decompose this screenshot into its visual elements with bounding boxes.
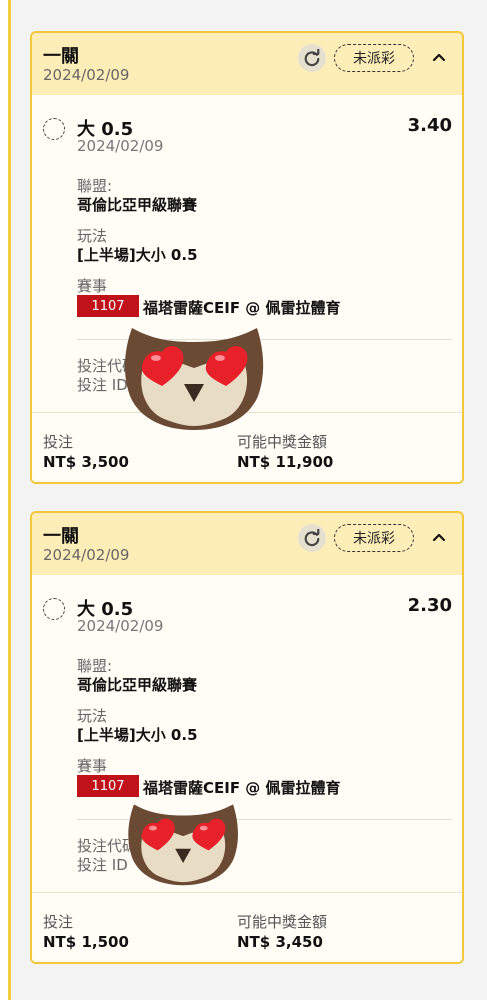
bet-card-header[interactable]: 一關 2024/02/09 未派彩 [32, 513, 462, 575]
match-id-badge: 1107 [77, 775, 139, 797]
event-label: 賽事 [77, 757, 108, 775]
selection-date: 2024/02/09 [77, 617, 164, 635]
selection-date: 2024/02/09 [77, 137, 164, 155]
status-badge: 未派彩 [334, 44, 414, 72]
selection-radio[interactable] [43, 118, 65, 140]
refresh-icon [304, 529, 320, 547]
match-name: 福塔雷薩CEIF @ 佩雷拉體育 [143, 299, 341, 317]
match-id-badge: 1107 [77, 295, 139, 317]
stake-value: NT$ 1,500 [43, 933, 129, 951]
match-name: 福塔雷薩CEIF @ 佩雷拉體育 [143, 779, 341, 797]
market-label: 玩法 [77, 227, 108, 245]
payout-label: 可能中獎金額 [237, 433, 328, 451]
refresh-button[interactable] [298, 44, 326, 72]
payout-value: NT$ 3,450 [237, 933, 323, 951]
league-label: 聯盟: [77, 657, 113, 675]
chevron-up-icon [432, 53, 446, 62]
payout-value: NT$ 11,900 [237, 453, 334, 471]
event-label: 賽事 [77, 277, 108, 295]
bet-id-label: 投注 ID [77, 376, 128, 394]
status-badge: 未派彩 [334, 524, 414, 552]
bet-type-title: 一關 [43, 46, 79, 67]
league-label: 聯盟: [77, 177, 113, 195]
bet-card-body: 大 0.5 2.30 2024/02/09 聯盟: 哥倫比亞甲級聯賽 玩法 [上… [32, 575, 462, 892]
left-rail [0, 0, 8, 1000]
bet-card: 一關 2024/02/09 未派彩 大 0.5 2.30 2024/02/09 … [30, 511, 464, 964]
market-value: [上半場]大小 0.5 [77, 726, 198, 744]
owl-sticker-icon [128, 804, 238, 886]
market-label: 玩法 [77, 707, 108, 725]
league-value: 哥倫比亞甲級聯賽 [77, 676, 198, 694]
bet-id-label: 投注 ID [77, 856, 128, 874]
odds-value: 2.30 [407, 595, 452, 616]
collapse-button[interactable] [429, 527, 449, 547]
bet-card-header[interactable]: 一關 2024/02/09 未派彩 [32, 33, 462, 95]
league-value: 哥倫比亞甲級聯賽 [77, 196, 198, 214]
market-value: [上半場]大小 0.5 [77, 246, 198, 264]
stake-label: 投注 [43, 913, 74, 931]
selection-radio[interactable] [43, 598, 65, 620]
owl-sticker-icon [124, 328, 264, 430]
bet-date: 2024/02/09 [43, 546, 130, 564]
chevron-up-icon [432, 533, 446, 542]
bet-date: 2024/02/09 [43, 66, 130, 84]
left-rail-accent [8, 0, 11, 1000]
refresh-icon [304, 49, 320, 67]
stake-value: NT$ 3,500 [43, 453, 129, 471]
refresh-button[interactable] [298, 524, 326, 552]
odds-value: 3.40 [407, 115, 452, 136]
bet-type-title: 一關 [43, 526, 79, 547]
stake-label: 投注 [43, 433, 74, 451]
bet-card-footer: 投注 NT$ 1,500 可能中獎金額 NT$ 3,450 [32, 892, 462, 962]
payout-label: 可能中獎金額 [237, 913, 328, 931]
collapse-button[interactable] [429, 47, 449, 67]
